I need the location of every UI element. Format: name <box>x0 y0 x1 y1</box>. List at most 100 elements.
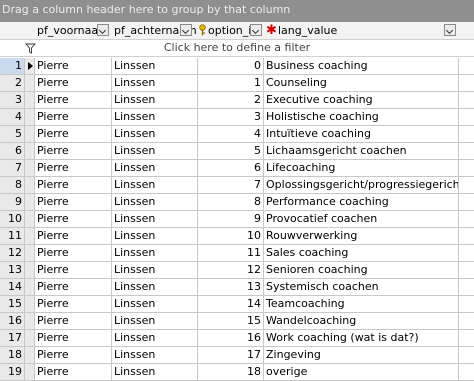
cell-first-name[interactable]: Pierre <box>35 313 112 330</box>
cell-option-id[interactable]: 4 <box>198 126 264 143</box>
row-indicator[interactable] <box>25 92 35 109</box>
lang-value-filter-dropdown-icon[interactable] <box>444 24 456 36</box>
cell-last-name[interactable]: Linssen <box>112 126 198 143</box>
column-header-lang-value[interactable]: ✱ lang_value <box>264 22 459 39</box>
cell-lang-value[interactable]: Work coaching (wat is dat?) <box>264 330 459 347</box>
cell-first-name[interactable]: Pierre <box>35 194 112 211</box>
table-row[interactable]: 3 Pierre Linssen 2 Executive coaching <box>0 92 474 109</box>
cell-lang-value[interactable]: Lichaamsgericht coachen <box>264 143 459 160</box>
table-row[interactable]: 11 Pierre Linssen 10 Rouwverwerking <box>0 228 474 245</box>
cell-option-id[interactable]: 9 <box>198 211 264 228</box>
cell-lang-value[interactable]: Oplossingsgericht/progressiegericht coac… <box>264 177 459 194</box>
cell-option-id[interactable]: 0 <box>198 58 264 75</box>
cell-option-id[interactable]: 10 <box>198 228 264 245</box>
cell-first-name[interactable]: Pierre <box>35 177 112 194</box>
cell-last-name[interactable]: Linssen <box>112 262 198 279</box>
cell-last-name[interactable]: Linssen <box>112 330 198 347</box>
cell-first-name[interactable]: Pierre <box>35 160 112 177</box>
row-indicator[interactable] <box>25 228 35 245</box>
cell-option-id[interactable]: 7 <box>198 177 264 194</box>
row-number[interactable]: 14 <box>0 279 25 296</box>
row-number[interactable]: 8 <box>0 177 25 194</box>
row-number[interactable]: 13 <box>0 262 25 279</box>
cell-option-id[interactable]: 6 <box>198 160 264 177</box>
cell-last-name[interactable]: Linssen <box>112 364 198 381</box>
row-indicator[interactable] <box>25 296 35 313</box>
cell-option-id[interactable]: 1 <box>198 75 264 92</box>
row-number[interactable]: 9 <box>0 194 25 211</box>
table-row[interactable]: 13 Pierre Linssen 12 Senioren coaching <box>0 262 474 279</box>
cell-first-name[interactable]: Pierre <box>35 347 112 364</box>
table-row[interactable]: 4 Pierre Linssen 3 Holistische coaching <box>0 109 474 126</box>
row-number[interactable]: 11 <box>0 228 25 245</box>
cell-lang-value[interactable]: overige <box>264 364 459 381</box>
table-row[interactable]: 15 Pierre Linssen 14 Teamcoaching <box>0 296 474 313</box>
table-row[interactable]: 5 Pierre Linssen 4 Intuïtieve coaching <box>0 126 474 143</box>
cell-last-name[interactable]: Linssen <box>112 228 198 245</box>
row-number[interactable]: 3 <box>0 92 25 109</box>
cell-last-name[interactable]: Linssen <box>112 194 198 211</box>
row-indicator[interactable] <box>25 313 35 330</box>
row-indicator[interactable] <box>25 160 35 177</box>
row-indicator[interactable] <box>25 245 35 262</box>
row-number[interactable]: 5 <box>0 126 25 143</box>
table-row[interactable]: 19 Pierre Linssen 18 overige <box>0 364 474 381</box>
cell-first-name[interactable]: Pierre <box>35 109 112 126</box>
cell-first-name[interactable]: Pierre <box>35 330 112 347</box>
row-indicator[interactable] <box>25 262 35 279</box>
table-row[interactable]: 10 Pierre Linssen 9 Provocatief coachen <box>0 211 474 228</box>
cell-lang-value[interactable]: Business coaching <box>264 58 459 75</box>
row-number[interactable]: 15 <box>0 296 25 313</box>
cell-option-id[interactable]: 18 <box>198 364 264 381</box>
row-indicator[interactable] <box>25 279 35 296</box>
first-name-filter-dropdown-icon[interactable] <box>97 24 109 36</box>
cell-last-name[interactable]: Linssen <box>112 313 198 330</box>
cell-option-id[interactable]: 3 <box>198 109 264 126</box>
cell-first-name[interactable]: Pierre <box>35 143 112 160</box>
row-number[interactable]: 16 <box>0 313 25 330</box>
table-row[interactable]: 8 Pierre Linssen 7 Oplossingsgericht/progres… <box>0 177 474 194</box>
row-indicator[interactable] <box>25 330 35 347</box>
cell-last-name[interactable]: Linssen <box>112 92 198 109</box>
cell-first-name[interactable]: Pierre <box>35 58 112 75</box>
cell-last-name[interactable]: Linssen <box>112 143 198 160</box>
cell-option-id[interactable]: 16 <box>198 330 264 347</box>
table-row[interactable]: 17 Pierre Linssen 16 Work coaching (wat is d… <box>0 330 474 347</box>
cell-lang-value[interactable]: Zingeving <box>264 347 459 364</box>
row-indicator[interactable] <box>25 194 35 211</box>
cell-first-name[interactable]: Pierre <box>35 126 112 143</box>
cell-lang-value[interactable]: Intuïtieve coaching <box>264 126 459 143</box>
cell-last-name[interactable]: Linssen <box>112 296 198 313</box>
option-id-filter-dropdown-icon[interactable] <box>250 24 262 36</box>
cell-first-name[interactable]: Pierre <box>35 75 112 92</box>
cell-option-id[interactable]: 15 <box>198 313 264 330</box>
cell-last-name[interactable]: Linssen <box>112 109 198 126</box>
table-row[interactable]: 12 Pierre Linssen 11 Sales coaching <box>0 245 474 262</box>
cell-lang-value[interactable]: Systemisch coachen <box>264 279 459 296</box>
table-row[interactable]: 9 Pierre Linssen 8 Performance coaching <box>0 194 474 211</box>
cell-option-id[interactable]: 12 <box>198 262 264 279</box>
cell-first-name[interactable]: Pierre <box>35 245 112 262</box>
cell-first-name[interactable]: Pierre <box>35 279 112 296</box>
row-number[interactable]: 19 <box>0 364 25 381</box>
cell-last-name[interactable]: Linssen <box>112 245 198 262</box>
cell-option-id[interactable]: 17 <box>198 347 264 364</box>
table-row[interactable]: 16 Pierre Linssen 15 Wandelcoaching <box>0 313 474 330</box>
cell-last-name[interactable]: Linssen <box>112 347 198 364</box>
cell-lang-value[interactable]: Senioren coaching <box>264 262 459 279</box>
filter-row[interactable]: Click here to define a filter <box>0 40 474 57</box>
cell-lang-value[interactable]: Holistische coaching <box>264 109 459 126</box>
last-name-filter-dropdown-icon[interactable] <box>180 24 192 36</box>
row-indicator[interactable] <box>25 109 35 126</box>
cell-lang-value[interactable]: Lifecoaching <box>264 160 459 177</box>
cell-lang-value[interactable]: Rouwverwerking <box>264 228 459 245</box>
row-indicator[interactable] <box>25 177 35 194</box>
row-indicator[interactable] <box>25 364 35 381</box>
cell-last-name[interactable]: Linssen <box>112 75 198 92</box>
cell-first-name[interactable]: Pierre <box>35 262 112 279</box>
cell-lang-value[interactable]: Teamcoaching <box>264 296 459 313</box>
cell-lang-value[interactable]: Counseling <box>264 75 459 92</box>
row-number[interactable]: 18 <box>0 347 25 364</box>
group-by-panel[interactable]: Drag a column header here to group by th… <box>0 0 474 22</box>
cell-first-name[interactable]: Pierre <box>35 296 112 313</box>
